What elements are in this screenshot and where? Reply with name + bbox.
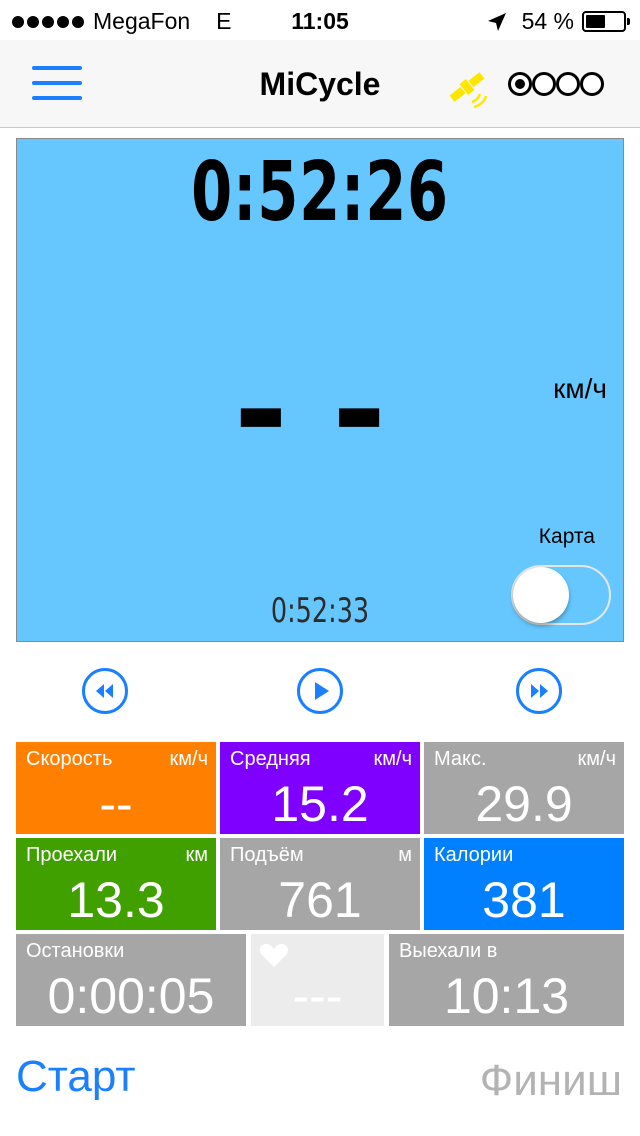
speed-unit: км/ч (553, 373, 607, 404)
play-button[interactable] (297, 668, 343, 714)
tile-heart-rate[interactable]: --- (251, 934, 384, 1026)
start-button[interactable]: Старт (16, 1052, 136, 1102)
tile-distance[interactable]: Проехали км 13.3 (16, 838, 216, 930)
network-type: E (216, 8, 232, 34)
battery-percent: 54 % (521, 8, 574, 34)
tile-label: Макс. (434, 748, 487, 770)
status-left: MegaFon E (12, 8, 232, 35)
gps-dot-icon (532, 72, 556, 96)
tile-value: 29.9 (475, 776, 573, 832)
status-bar: MegaFon E 11:05 54 % (0, 0, 640, 40)
battery-icon (582, 11, 630, 32)
map-toggle-label: Карта (538, 525, 595, 548)
tile-label: Выехали в (399, 940, 498, 962)
tile-value: 15.2 (271, 776, 369, 832)
tile-value: 10:13 (443, 968, 570, 1024)
tile-label: Скорость (26, 748, 113, 770)
fast-forward-icon (531, 684, 548, 698)
location-arrow-icon (487, 12, 506, 31)
carrier-name: MegaFon (93, 8, 191, 34)
tile-value: 761 (278, 872, 362, 928)
tile-label: Подъём (230, 844, 304, 866)
play-icon (315, 682, 329, 700)
tile-average-speed[interactable]: Средняя км/ч 15.2 (220, 742, 420, 834)
heart-icon (259, 944, 289, 967)
tile-value: 0:00:05 (47, 968, 215, 1024)
tile-label: Проехали (26, 844, 118, 866)
menu-button[interactable] (32, 64, 82, 104)
signal-strength-icon (12, 15, 84, 28)
current-speed: -- (221, 334, 419, 486)
navigation-bar: MiCycle (0, 40, 640, 128)
satellite-icon (449, 72, 488, 109)
speed-display-panel: 0:52:26 -- км/ч Карта 0:52:33 (16, 138, 624, 642)
tile-current-speed[interactable]: Скорость км/ч -- (16, 742, 216, 834)
tile-unit: км (185, 844, 209, 866)
tile-value: --- (292, 968, 343, 1024)
rewind-button[interactable] (82, 668, 128, 714)
tile-label: Остановки (26, 940, 125, 962)
tile-departed-at[interactable]: Выехали в 10:13 (389, 934, 624, 1026)
moving-time: 0:52:33 (270, 591, 370, 631)
rewind-icon (96, 684, 113, 698)
gps-dot-icon (556, 72, 580, 96)
tile-climb[interactable]: Подъём м 761 (220, 838, 420, 930)
tile-value: -- (99, 776, 133, 832)
tile-calories[interactable]: Калории 381 (424, 838, 624, 930)
tile-unit: км/ч (169, 748, 208, 770)
tile-label: Калории (434, 844, 514, 866)
gps-dot-icon (508, 72, 532, 96)
tile-unit: м (398, 844, 412, 866)
tile-value: 381 (482, 872, 566, 928)
gps-signal-indicator (508, 72, 604, 96)
fast-forward-button[interactable] (516, 668, 562, 714)
status-right: 54 % (486, 8, 630, 35)
tile-unit: км/ч (577, 748, 616, 770)
finish-button[interactable]: Финиш (480, 1056, 622, 1106)
battery-level (586, 15, 606, 28)
gps-dot-icon (580, 72, 604, 96)
tile-max-speed[interactable]: Макс. км/ч 29.9 (424, 742, 624, 834)
tile-value: 13.3 (67, 872, 165, 928)
tile-label: Средняя (230, 748, 311, 770)
tile-stops[interactable]: Остановки 0:00:05 (16, 934, 246, 1026)
tile-unit: км/ч (373, 748, 412, 770)
total-time: 0:52:26 (191, 145, 449, 240)
